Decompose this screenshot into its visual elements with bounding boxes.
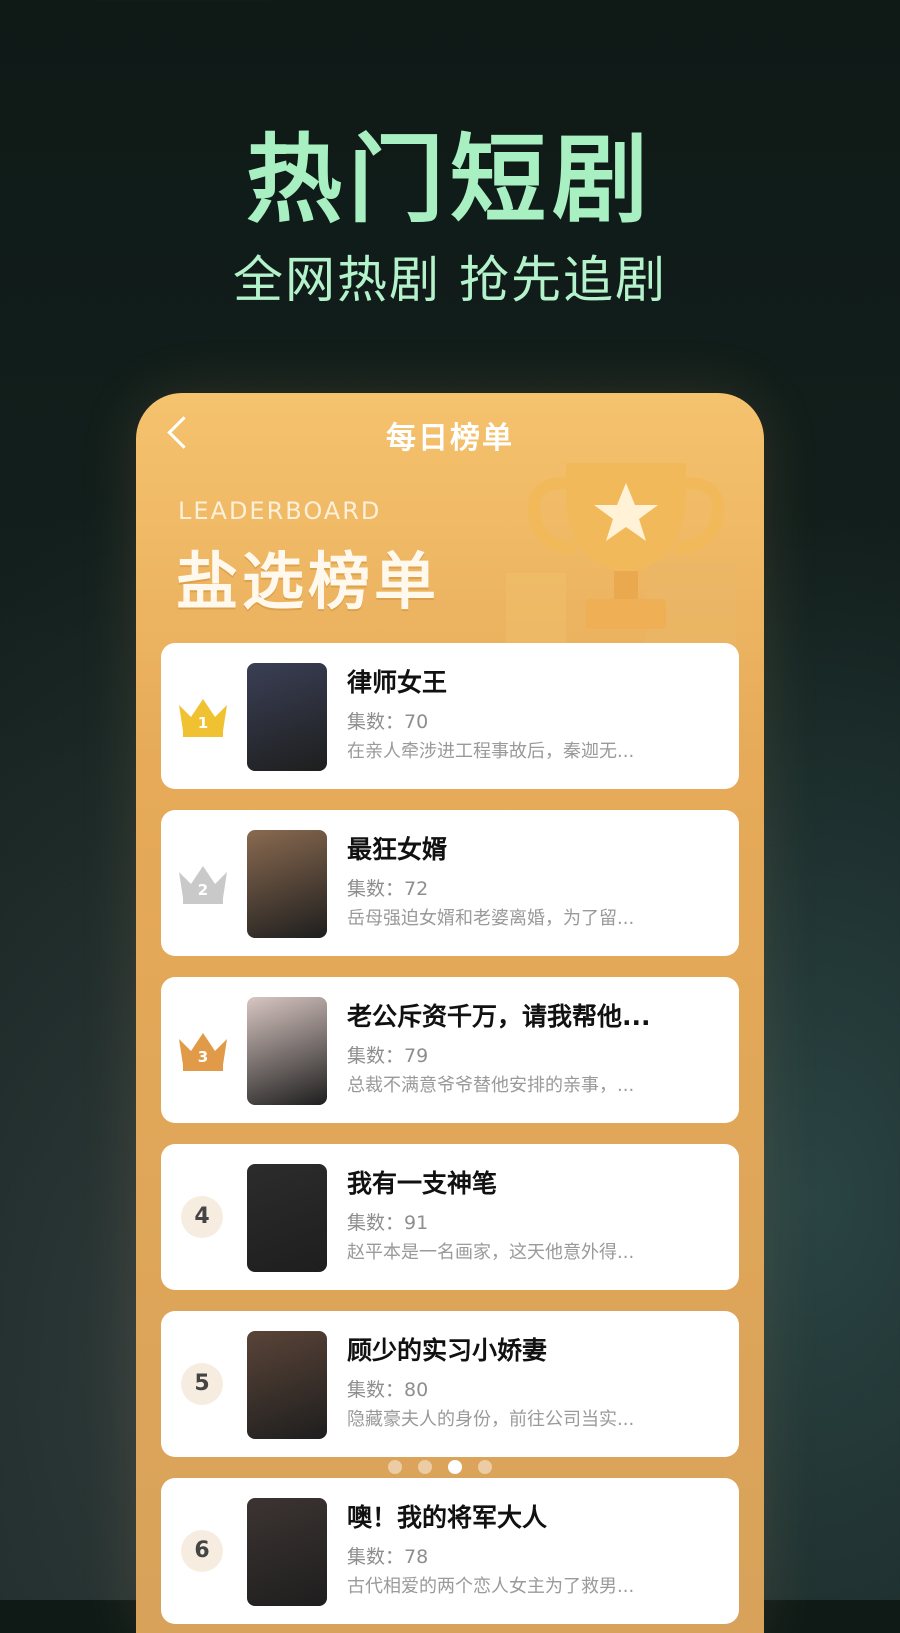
episode-count: 集数：70 — [347, 711, 429, 733]
nav-title: 每日榜单 — [386, 421, 514, 456]
poster-image[interactable] — [247, 1164, 327, 1272]
episode-count: 集数：80 — [347, 1379, 429, 1401]
leaderboard-item[interactable]: 5 顾少的实习小娇妻集数：80 隐藏豪夫人的身份，前往公司当实... — [161, 1311, 739, 1457]
crown-icon: 2 — [179, 866, 227, 904]
drama-title: 律师女王 — [347, 668, 448, 697]
poster-image[interactable] — [247, 663, 327, 771]
leaderboard-item[interactable]: 2 最狂女婿集数：72 岳母强迫女婿和老婆离婚，为了留... — [161, 810, 739, 956]
leaderboard-item[interactable]: 4 我有一支神笔集数：91 赵平本是一名画家，这天他意外得... — [161, 1144, 739, 1290]
drama-description: 总裁不满意爷爷替他安排的亲事，... — [347, 1075, 635, 1096]
poster-image[interactable] — [247, 1331, 327, 1439]
leaderboard-item[interactable]: 1 律师女王集数：70 在亲人牵涉进工程事故后，秦迦无... — [161, 643, 739, 789]
banner-english-label: LEADERBOARD — [178, 497, 382, 525]
episode-count: 集数：91 — [347, 1212, 429, 1234]
trophy-icon — [506, 463, 736, 643]
drama-title: 我有一支神笔 — [347, 1169, 498, 1198]
drama-title: 最狂女婿 — [347, 835, 448, 864]
drama-description: 在亲人牵涉进工程事故后，秦迦无... — [347, 741, 635, 762]
leaderboard-item[interactable]: 6 噢！我的将军大人集数：78 古代相爱的两个恋人女主为了救男... — [161, 1478, 739, 1624]
promo-subtitle: 全网热剧 抢先追剧 — [233, 251, 667, 309]
crown-icon: 3 — [179, 1033, 227, 1071]
rank-number: 6 — [181, 1530, 223, 1572]
page-indicator — [388, 1459, 508, 1475]
crown-icon: 1 — [179, 699, 227, 737]
banner-title: 盐选榜单 — [176, 545, 441, 618]
poster-image[interactable] — [247, 1498, 327, 1606]
rank-number: 3 — [198, 1048, 208, 1066]
episode-count: 集数：78 — [347, 1546, 429, 1568]
page-dot[interactable] — [448, 1460, 462, 1474]
rank-number: 2 — [198, 881, 208, 899]
drama-title: 老公斥资千万，请我帮他... — [347, 1002, 651, 1031]
drama-title: 噢！我的将军大人 — [347, 1503, 548, 1532]
drama-description: 古代相爱的两个恋人女主为了救男... — [347, 1576, 635, 1597]
drama-description: 隐藏豪夫人的身份，前往公司当实... — [347, 1409, 635, 1430]
page-dot[interactable] — [388, 1460, 402, 1474]
page-dot[interactable] — [478, 1460, 492, 1474]
poster-image[interactable] — [247, 830, 327, 938]
leaderboard-item[interactable]: 3 老公斥资千万，请我帮他... 集数：79 总裁不满意爷爷替他安排的亲事，... — [161, 977, 739, 1123]
drama-description: 赵平本是一名画家，这天他意外得... — [347, 1242, 635, 1263]
phone-screen: 每日榜单 LEADERBOARD 盐选榜单 1 律师女王集数：70 在亲人牵涉进工程… — [136, 393, 764, 1633]
page-dot[interactable] — [418, 1460, 432, 1474]
drama-description: 岳母强迫女婿和老婆离婚，为了留... — [347, 908, 635, 929]
promo-title: 热门短剧 — [246, 124, 654, 236]
episode-count: 集数：72 — [347, 878, 429, 900]
rank-number: 1 — [198, 714, 208, 732]
episode-count: 集数：79 — [347, 1045, 429, 1067]
drama-title: 顾少的实习小娇妻 — [347, 1336, 548, 1365]
rank-number: 4 — [181, 1196, 223, 1238]
rank-number: 5 — [181, 1363, 223, 1405]
poster-image[interactable] — [247, 997, 327, 1105]
